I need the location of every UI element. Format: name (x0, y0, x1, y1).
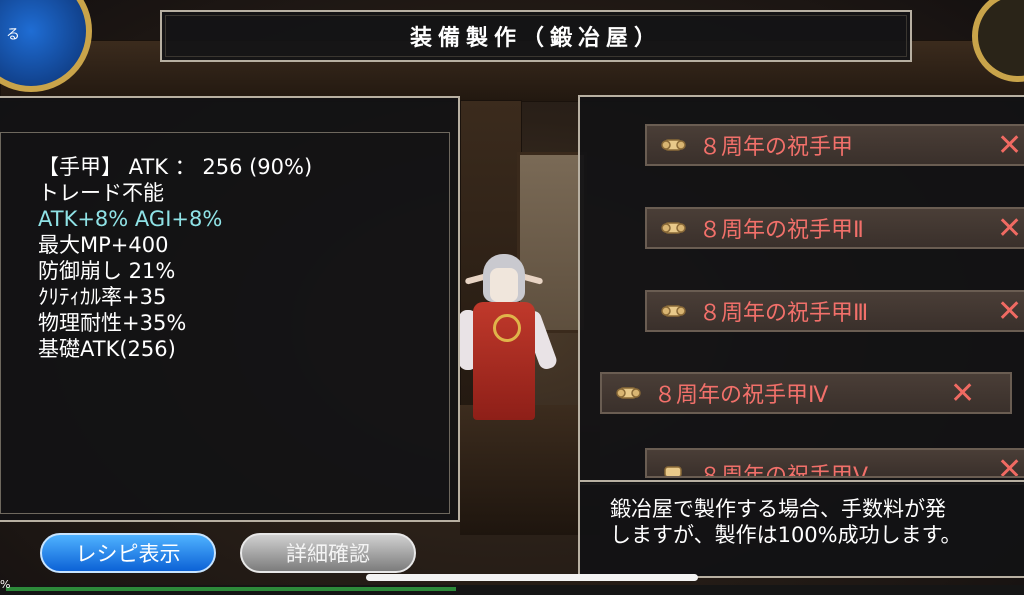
close-icon[interactable]: ✕ (997, 294, 1022, 329)
stat-line: 最大MP+400 (38, 233, 169, 257)
close-icon[interactable]: ✕ (997, 211, 1022, 246)
scroll-icon (664, 466, 682, 476)
recipe-item[interactable]: ８周年の祝手甲 ✕ (645, 124, 1024, 166)
close-icon[interactable]: ✕ (997, 452, 1022, 476)
stat-line: 防御崩し 21% (38, 259, 176, 283)
stat-line: ｸﾘﾃｨｶﾙ率+35 (38, 285, 167, 309)
scroll-icon (616, 387, 641, 399)
scroll-icon (661, 222, 686, 234)
stat-line: トレード不能 (38, 181, 164, 205)
details-button[interactable]: 詳細確認 (240, 533, 416, 573)
scroll-icon (661, 139, 686, 151)
recipe-label: ８周年の祝手甲 (699, 135, 854, 160)
info-message-box: 鍛冶屋で製作する場合、手数料が発 しますが、製作は100%成功します。 (578, 480, 1024, 578)
message-line: しますが、製作は100%成功します。 (610, 523, 962, 547)
progress-bar (6, 587, 456, 591)
recipe-item[interactable]: ８周年の祝手甲Ⅲ ✕ (645, 290, 1024, 332)
recipe-item[interactable]: ８周年の祝手甲Ⅱ ✕ (645, 207, 1024, 249)
title-bar: 装備製作（鍛冶屋） (160, 10, 912, 62)
close-icon[interactable]: ✕ (950, 376, 975, 411)
recipe-item[interactable]: ８周年の祝手甲Ⅴ ✕ (645, 448, 1024, 478)
scroll-icon (661, 305, 686, 317)
recipe-label: ８周年の祝手甲Ⅲ (699, 301, 869, 326)
stat-line: 基礎ATK(256) (38, 337, 176, 361)
recipe-label: ８周年の祝手甲Ⅱ (699, 218, 864, 243)
home-indicator[interactable] (366, 574, 698, 581)
message-line: 鍛冶屋で製作する場合、手数料が発 (610, 497, 946, 521)
recipe-label: ８周年の祝手甲Ⅳ (654, 383, 829, 408)
recipe-item-selected[interactable]: ８周年の祝手甲Ⅳ ✕ (600, 372, 1012, 414)
close-icon[interactable]: ✕ (997, 128, 1022, 163)
recipe-label: ８周年の祝手甲Ⅴ (699, 464, 869, 478)
stat-line: 【手甲】 ATK ： 256 (90%) (38, 155, 313, 179)
page-title: 装備製作（鍛冶屋） (409, 26, 662, 51)
show-recipe-button[interactable]: レシピ表示 (40, 533, 216, 573)
progress-label: % (0, 578, 11, 591)
menu-orb-label: る (6, 27, 20, 43)
blacksmith-npc (455, 250, 565, 420)
item-stats: 【手甲】 ATK ： 256 (90%) トレード不能 ATK+8% AGI+8… (38, 154, 312, 362)
stat-line: ATK+8% AGI+8% (38, 207, 223, 231)
stat-line: 物理耐性+35% (38, 311, 187, 335)
